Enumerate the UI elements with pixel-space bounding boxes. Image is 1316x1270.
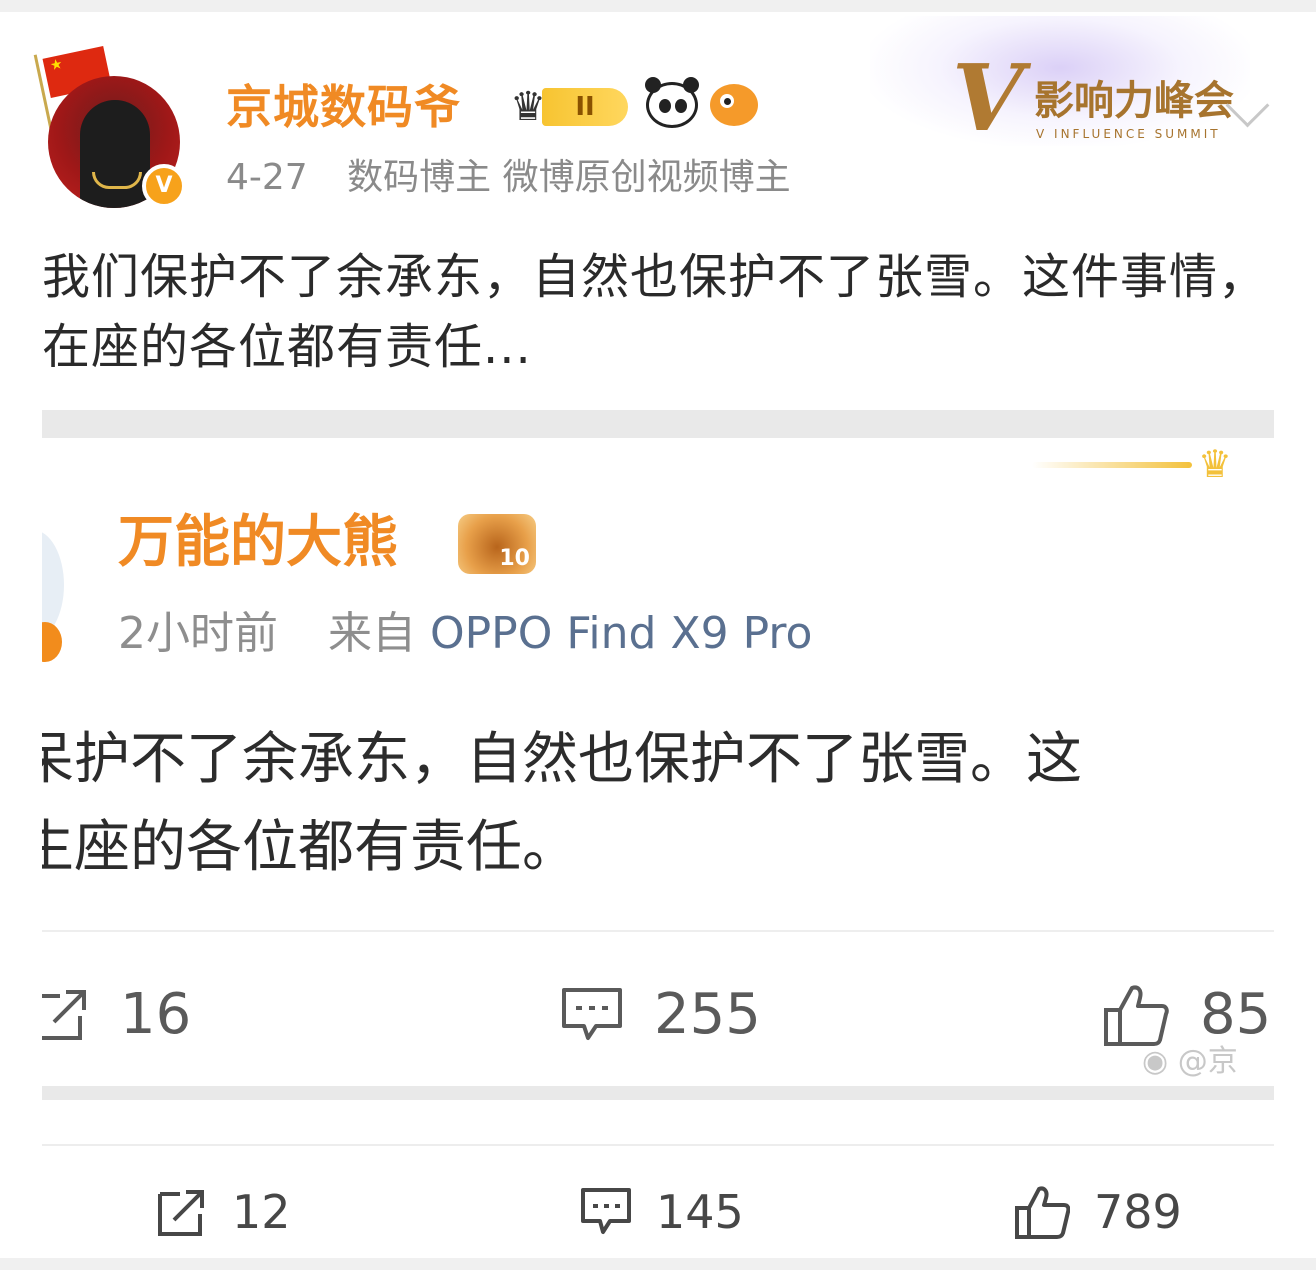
crown-icon: ♛: [510, 84, 546, 130]
embedded-text-line: 生座的各位都有责任。: [42, 815, 578, 880]
embedded-like-action: 85: [1102, 976, 1271, 1051]
thumbs-up-icon: [1015, 1186, 1071, 1239]
gold-decoration: [1032, 462, 1192, 468]
influence-summit-logo[interactable]: V 影响力峰会 V INFLUENCE SUMMIT: [870, 16, 1250, 166]
comment-button[interactable]: 145: [580, 1172, 744, 1248]
thumbs-up-icon: [1104, 985, 1169, 1046]
comment-icon: [562, 987, 622, 1040]
embedded-text-line: 呆护不了余承东，自然也保护不了张雪。这: [42, 727, 1082, 792]
embedded-screenshot[interactable]: ♛ 万能的大熊 10 2小时前 来自 OPPO Find X9 Pro 呆护不了…: [42, 410, 1274, 1100]
like-count: 789: [1094, 1184, 1182, 1239]
embedded-share-count: 16: [120, 981, 192, 1047]
embedded-source: OPPO Find X9 Pro: [430, 608, 813, 659]
like-button[interactable]: 789: [1014, 1172, 1182, 1248]
share-icon: [42, 989, 86, 1040]
embedded-verified-badge: [42, 622, 62, 662]
comment-count: 145: [656, 1184, 744, 1239]
embedded-time: 2小时前: [118, 608, 278, 659]
comment-icon: [581, 1187, 631, 1234]
share-button[interactable]: 12: [156, 1172, 291, 1248]
embed-bottom-bar: [42, 1086, 1274, 1100]
embedded-crown-badge: 10: [458, 514, 536, 574]
share-icon: [158, 1189, 204, 1236]
fish-icon[interactable]: [710, 84, 758, 126]
embedded-source-prefix: 来自: [328, 608, 416, 659]
embedded-author-name: 万能的大熊: [118, 510, 398, 575]
summit-en-text: V INFLUENCE SUMMIT: [1036, 127, 1221, 141]
embedded-divider: [42, 930, 1274, 932]
bottom-strip: [0, 1258, 1316, 1270]
actions-divider: [42, 1144, 1274, 1146]
panda-icon[interactable]: [645, 77, 699, 128]
weibo-logo-icon: ◉: [1142, 1044, 1169, 1079]
post-date: 4-27: [226, 157, 308, 198]
weibo-watermark: ◉ @京: [1142, 1042, 1238, 1082]
author-name[interactable]: 京城数码爷: [226, 78, 461, 136]
embedded-share-action: 16: [42, 976, 191, 1051]
embedded-comment-action: 255: [560, 976, 761, 1051]
weibo-post-card: ★ V 京城数码爷 II ♛ 4-27 数码博主 微博原创视频博主 V 影响力峰…: [0, 12, 1316, 1258]
post-text: 我们保护不了余承东，自然也保护不了张雪。这件事情，在座的各位都有责任...: [42, 249, 1268, 375]
embedded-like-count: 85: [1200, 981, 1272, 1047]
author-tags: 数码博主 微博原创视频博主: [347, 157, 791, 198]
summit-v-letter: V: [952, 44, 1024, 152]
summit-cn-text: 影响力峰会: [1034, 78, 1234, 124]
member-level-badge[interactable]: II ♛: [498, 82, 632, 132]
verified-badge: V: [142, 164, 186, 208]
author-avatar[interactable]: ★ V: [33, 45, 192, 212]
gold-crown-icon: ♛: [1198, 442, 1233, 486]
embedded-text: 呆护不了余承东，自然也保护不了张雪。这 生座的各位都有责任。: [42, 716, 1274, 892]
embedded-comment-count: 255: [654, 981, 761, 1047]
post-meta: 4-27 数码博主 微博原创视频博主: [226, 154, 791, 202]
watermark-text: @京: [1177, 1044, 1238, 1079]
embed-top-bar: [42, 410, 1274, 438]
share-count: 12: [232, 1184, 291, 1239]
embedded-meta: 2小时前 来自 OPPO Find X9 Pro: [118, 606, 812, 662]
post-actions: 12 145 789: [0, 1172, 1316, 1244]
